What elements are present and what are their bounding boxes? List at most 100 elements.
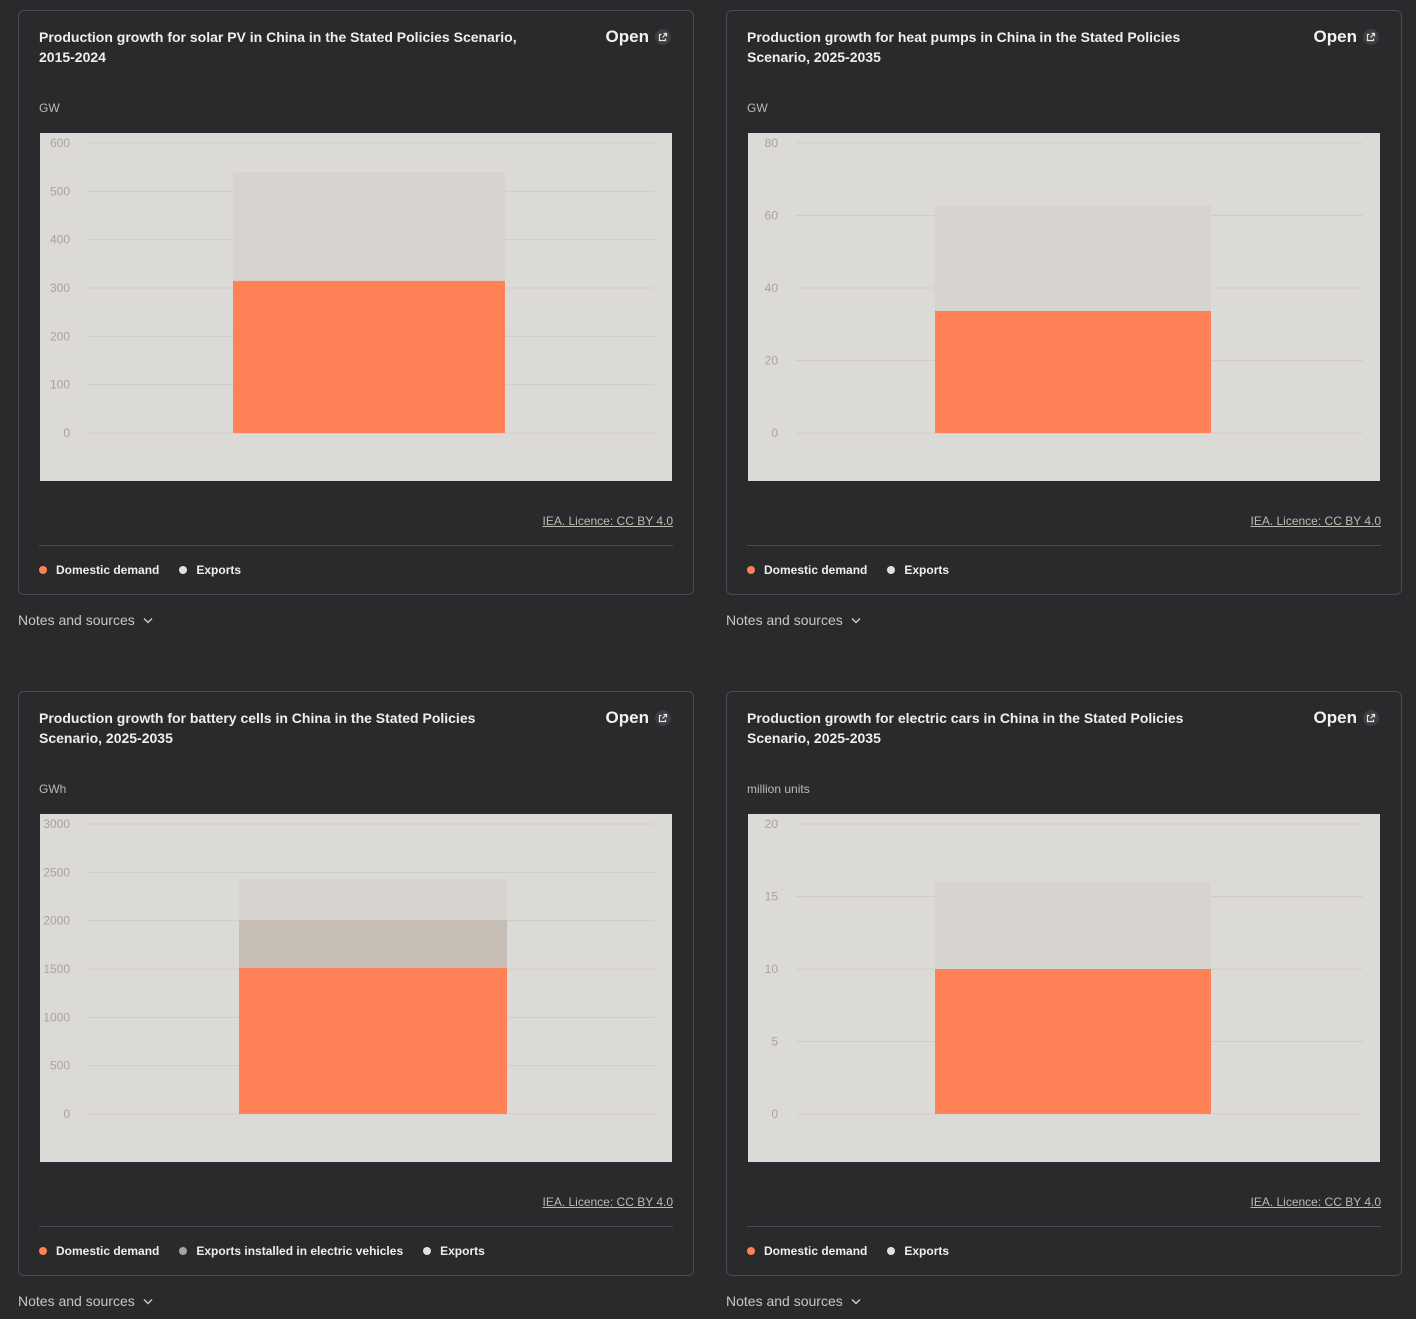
y-tick-label: 200 bbox=[50, 329, 70, 343]
y-tick-label: 2000 bbox=[43, 914, 70, 928]
legend-item[interactable]: Exports bbox=[423, 1244, 485, 1258]
licence-link[interactable]: IEA. Licence: CC BY 4.0 bbox=[1250, 1195, 1381, 1209]
bar-segment[interactable] bbox=[233, 280, 505, 433]
open-button[interactable]: Open bbox=[606, 708, 671, 728]
legend-item[interactable]: Exports bbox=[887, 1244, 949, 1258]
bar-segment[interactable] bbox=[239, 879, 507, 920]
notes-and-sources-toggle[interactable]: Notes and sources bbox=[726, 612, 861, 628]
chart-panel-solar-pv: Production growth for solar PV in China … bbox=[18, 10, 694, 628]
y-tick-label: 1500 bbox=[43, 962, 70, 976]
open-label: Open bbox=[605, 708, 649, 727]
licence-link[interactable]: IEA. Licence: CC BY 4.0 bbox=[542, 514, 673, 528]
open-button[interactable]: Open bbox=[1314, 27, 1379, 47]
y-tick-label: 400 bbox=[50, 233, 70, 247]
chart-legend: Domestic demand Exports installed in elec… bbox=[39, 1244, 485, 1258]
legend-item[interactable]: Exports installed in electric vehicles bbox=[179, 1244, 403, 1258]
notes-label: Notes and sources bbox=[18, 612, 135, 628]
y-tick-label: 3000 bbox=[43, 817, 70, 831]
legend-label: Domestic demand bbox=[764, 563, 868, 577]
y-tick-label: 100 bbox=[50, 378, 70, 392]
notes-label: Notes and sources bbox=[726, 612, 843, 628]
chart-legend: Domestic demand Exports bbox=[747, 563, 949, 577]
y-tick-label: 0 bbox=[771, 1107, 778, 1121]
external-link-icon bbox=[655, 710, 671, 726]
legend-label: Exports bbox=[904, 1244, 950, 1258]
y-tick-label: 10 bbox=[765, 962, 779, 976]
chevron-down-icon bbox=[851, 1298, 861, 1305]
legend-dot-icon bbox=[179, 566, 188, 574]
chart-plot-area: 0 100 200 300 400 500 600 bbox=[40, 133, 672, 481]
y-tick-label: 20 bbox=[765, 354, 779, 368]
open-label: Open bbox=[1313, 708, 1357, 727]
chart-title: Production growth for heat pumps in Chin… bbox=[747, 29, 1181, 65]
legend-item[interactable]: Domestic demand bbox=[39, 1244, 159, 1258]
notes-label: Notes and sources bbox=[726, 1293, 843, 1309]
open-label: Open bbox=[605, 27, 649, 46]
bar-segment[interactable] bbox=[233, 172, 505, 281]
y-tick-label: 60 bbox=[765, 209, 779, 223]
chart-card: Production growth for solar PV in China … bbox=[18, 10, 694, 595]
chart-card: Production growth for battery cells in C… bbox=[18, 691, 694, 1276]
chart-panel-battery-cells: Production growth for battery cells in C… bbox=[18, 691, 694, 1309]
legend-item[interactable]: Domestic demand bbox=[747, 1244, 867, 1258]
notes-label: Notes and sources bbox=[18, 1293, 135, 1309]
licence-link[interactable]: IEA. Licence: CC BY 4.0 bbox=[542, 1195, 673, 1209]
legend-item[interactable]: Exports bbox=[887, 563, 949, 577]
notes-and-sources-toggle[interactable]: Notes and sources bbox=[18, 612, 153, 628]
bar-segment[interactable] bbox=[935, 310, 1211, 433]
external-link-icon bbox=[1363, 710, 1379, 726]
y-tick-label: 500 bbox=[50, 1059, 70, 1073]
legend-label: Domestic demand bbox=[56, 563, 160, 577]
notes-and-sources-toggle[interactable]: Notes and sources bbox=[18, 1293, 153, 1309]
legend-item[interactable]: Domestic demand bbox=[747, 563, 867, 577]
chart-title: Production growth for electric cars in C… bbox=[747, 710, 1184, 746]
chevron-down-icon bbox=[143, 1298, 153, 1305]
chart-legend: Domestic demand Exports bbox=[747, 1244, 949, 1258]
legend-dot-icon bbox=[179, 1247, 188, 1255]
y-tick-label: 2500 bbox=[43, 865, 70, 879]
legend-label: Domestic demand bbox=[56, 1244, 160, 1258]
legend-item[interactable]: Exports bbox=[179, 563, 241, 577]
y-axis-unit: GW bbox=[39, 101, 60, 115]
bar-segment[interactable] bbox=[935, 205, 1211, 311]
legend-label: Exports bbox=[904, 563, 950, 577]
chart-card: Production growth for heat pumps in Chin… bbox=[726, 10, 1402, 595]
y-axis-unit: million units bbox=[747, 782, 810, 796]
licence-link[interactable]: IEA. Licence: CC BY 4.0 bbox=[1250, 514, 1381, 528]
y-tick-label: 300 bbox=[50, 281, 70, 295]
chart-plot-area: 0 500 1000 1500 2000 2500 3000 bbox=[40, 814, 672, 1162]
legend-label: Domestic demand bbox=[764, 1244, 868, 1258]
legend-dot-icon bbox=[423, 1247, 432, 1255]
bar-segment[interactable] bbox=[935, 882, 1211, 969]
y-tick-label: 500 bbox=[50, 184, 70, 198]
y-tick-label: 0 bbox=[771, 426, 778, 440]
legend-label: Exports bbox=[440, 1244, 485, 1258]
chart-panel-electric-cars: Production growth for electric cars in C… bbox=[726, 691, 1402, 1309]
y-tick-label: 5 bbox=[771, 1035, 778, 1049]
y-axis-unit: GW bbox=[747, 101, 768, 115]
legend-item[interactable]: Domestic demand bbox=[39, 563, 159, 577]
chart-legend: Domestic demand Exports bbox=[39, 563, 241, 577]
chevron-down-icon bbox=[851, 617, 861, 624]
chart-panel-heat-pumps: Production growth for heat pumps in Chin… bbox=[726, 10, 1402, 628]
open-button[interactable]: Open bbox=[606, 27, 671, 47]
chart-plot-area: 0 5 10 15 20 bbox=[748, 814, 1380, 1162]
legend-dot-icon bbox=[747, 566, 755, 574]
chevron-down-icon bbox=[143, 617, 153, 624]
bar-segment[interactable] bbox=[239, 919, 507, 969]
legend-label: Exports installed in electric vehicles bbox=[196, 1244, 404, 1258]
open-button[interactable]: Open bbox=[1314, 708, 1379, 728]
divider bbox=[39, 1226, 673, 1227]
divider bbox=[747, 1226, 1381, 1227]
y-tick-label: 600 bbox=[50, 136, 70, 150]
notes-and-sources-toggle[interactable]: Notes and sources bbox=[726, 1293, 861, 1309]
legend-dot-icon bbox=[39, 566, 47, 574]
legend-dot-icon bbox=[887, 1247, 896, 1255]
y-tick-label: 15 bbox=[765, 890, 779, 904]
y-axis-unit: GWh bbox=[39, 782, 67, 796]
bar-segment[interactable] bbox=[239, 968, 507, 1114]
external-link-icon bbox=[655, 29, 671, 45]
y-tick-label: 20 bbox=[765, 817, 779, 831]
legend-dot-icon bbox=[39, 1247, 47, 1255]
bar-segment[interactable] bbox=[935, 969, 1211, 1114]
